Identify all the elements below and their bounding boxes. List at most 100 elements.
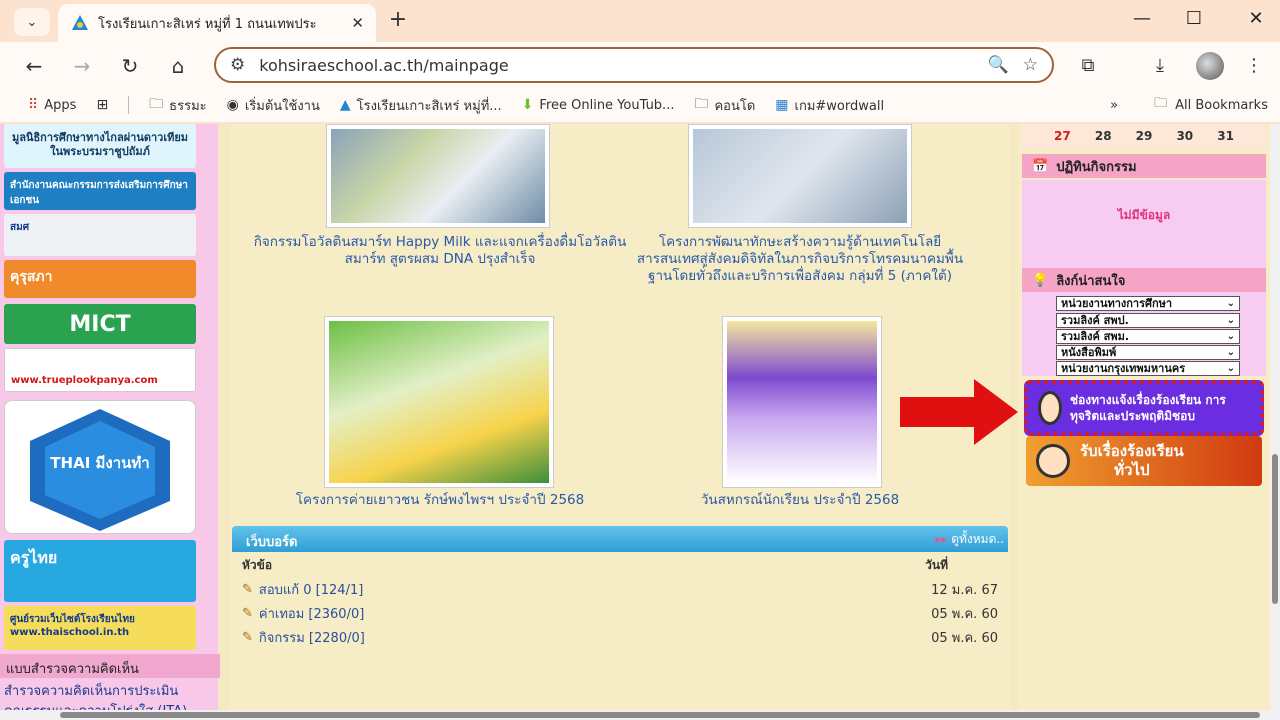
bulb-icon: 💡 — [1032, 272, 1049, 288]
webboard-row[interactable]: ✎ ค่าเทอม [2360/0] 05 พ.ค. 60 — [232, 601, 1008, 625]
news-thumb-1[interactable] — [326, 124, 550, 228]
edit-pencil-icon: ✎ — [242, 629, 253, 645]
webboard-row[interactable]: ✎ กิจกรรม [2280/0] 05 พ.ค. 60 — [232, 625, 1008, 649]
active-tab[interactable]: โรงเรียนเกาะสิเหร่ หมู่ที่ 1 ถนนเทพประ ✕ — [58, 4, 376, 42]
banner-trueplookpanya[interactable]: www.trueplookpanya.com — [4, 348, 196, 392]
right-sidebar: 27 28 29 30 31 📅 ปฏิทินกิจกรรม ไม่มีข้อมู… — [1018, 124, 1270, 710]
webboard-row[interactable]: ✎ สอบแก้ 0 [124/1] 12 ม.ค. 67 — [232, 577, 1008, 601]
select-bangkok-agencies[interactable]: หน่วยงานกรุงเทพมหานคร ⌄ — [1056, 361, 1240, 376]
chevron-down-icon: ⌄ — [1226, 363, 1235, 374]
all-bookmarks-link[interactable]: All Bookmarks — [1175, 98, 1268, 113]
calendar-last-row: 27 28 29 30 31 — [1022, 124, 1266, 148]
news-photo-1 — [331, 129, 545, 223]
left-sidebar: มูลนิธิการศึกษาทางไกลผ่านดาวเทียม ในพระบ… — [0, 124, 220, 710]
zoom-icon[interactable]: 🔍 — [988, 55, 1009, 75]
address-bar[interactable]: ⚙ kohsiraeschool.ac.th/mainpage 🔍 ☆ — [214, 47, 1054, 83]
new-tab-button[interactable]: + — [386, 8, 410, 32]
news-caption-3[interactable]: โครงการค่ายเยาวชน รักษ์พงไพรฯ ประจำปี 25… — [250, 492, 630, 509]
browser-toolbar: ← → ↻ ⌂ ⚙ kohsiraeschool.ac.th/mainpage … — [0, 42, 1280, 88]
bookmark-apps[interactable]: ⠿ Apps — [28, 97, 76, 113]
menu-kebab-icon[interactable]: ⋮ — [1240, 52, 1268, 80]
profile-avatar[interactable] — [1196, 52, 1224, 80]
activity-calendar-box: ไม่มีข้อมูล — [1022, 180, 1266, 268]
browser-chrome: ⌄ โรงเรียนเกาะสิเหร่ หมู่ที่ 1 ถนนเทพประ… — [0, 0, 1280, 124]
bookmark-star-icon[interactable]: ☆ — [1023, 55, 1038, 75]
edit-pencil-icon: ✎ — [242, 581, 253, 597]
banner-thai-job[interactable]: THAI มีงานทำ — [4, 400, 196, 534]
banner-kurusapa[interactable]: คุรุสภา — [4, 260, 196, 298]
bookmark-grid[interactable]: ⊞ — [96, 97, 108, 113]
webboard-title: เว็บบอร์ด — [246, 535, 298, 550]
banner-mict[interactable]: MICT — [4, 304, 196, 344]
news-thumb-4[interactable] — [722, 316, 882, 488]
wordwall-icon: ▦ — [775, 97, 789, 113]
chevron-down-icon: ⌄ — [1226, 347, 1235, 358]
reload-icon[interactable]: ↻ — [116, 52, 144, 80]
horizontal-scrollbar[interactable] — [0, 710, 1270, 720]
no-data-text: ไม่มีข้อมูล — [1117, 208, 1171, 222]
chevron-double-right-icon[interactable]: » — [1110, 98, 1118, 113]
bookmarks-bar: ⠿ Apps ⊞ 🗀 ธรรมะ ◉ เริ่มต้นใช้งาน ▲ โรงเรียน… — [0, 88, 1280, 122]
scroll-thumb[interactable] — [1272, 454, 1278, 604]
bookmark-getting-started[interactable]: ◉ เริ่มต้นใช้งาน — [227, 95, 320, 116]
bookmark-separator — [128, 96, 130, 114]
bookmark-dhamma[interactable]: 🗀 ธรรมะ — [149, 93, 206, 117]
corruption-complaint-button[interactable]: ช่องทางแจ้งเรื่องร้องเรียน การทุจริตและป… — [1024, 380, 1264, 436]
forward-icon[interactable]: → — [68, 52, 96, 80]
news-photo-2 — [693, 129, 907, 223]
close-window-icon[interactable]: ✕ — [1244, 8, 1268, 29]
agent-avatar-icon — [1038, 391, 1062, 425]
links-box: หน่วยงานทางการศึกษา ⌄ รวมลิงค์ สพป. ⌄ รวมล… — [1022, 292, 1266, 376]
webboard-header: เว็บบอร์ด ▸▸ ดูทั้งหมด.. — [232, 526, 1008, 552]
vertical-scrollbar[interactable] — [1270, 124, 1280, 720]
site-info-icon[interactable]: ⚙ — [230, 55, 245, 75]
banner-sme[interactable]: สมศ — [4, 214, 196, 256]
maximize-icon[interactable]: ☐ — [1182, 8, 1206, 29]
survey-link[interactable]: สำรวจความคิดเห็นการประเมินคุณธรรมและความ… — [4, 682, 214, 710]
bookmark-condo[interactable]: 🗀 คอนโด — [694, 93, 755, 117]
home-icon[interactable]: ⌂ — [164, 52, 192, 80]
banner-opec[interactable]: สำนักงานคณะกรรมการส่งเสริมการศึกษาเอกชน — [4, 172, 196, 210]
school-logo-icon — [72, 15, 88, 30]
banner-krutai[interactable]: ครูไทย — [4, 540, 196, 602]
webboard: เว็บบอร์ด ▸▸ ดูทั้งหมด.. หัวข้อ วันที่ ✎… — [232, 526, 1008, 646]
scroll-thumb[interactable] — [60, 712, 1260, 718]
col-date: วันที่ — [925, 558, 948, 572]
cal-day[interactable]: 27 — [1054, 129, 1071, 143]
download-arrow-icon: ⬇ — [521, 97, 534, 113]
web-page: มูลนิธิการศึกษาทางไกลผ่านดาวเทียม ในพระบ… — [0, 124, 1270, 710]
person-chat-icon — [1036, 444, 1070, 478]
cal-day[interactable]: 28 — [1095, 129, 1112, 143]
news-caption-1[interactable]: กิจกรรมโอวัลตินสมาร์ท Happy Milk และแจกเ… — [250, 234, 630, 268]
bookmark-wordwall[interactable]: ▦ เกม#wordwall — [775, 95, 884, 116]
tab-search-button[interactable]: ⌄ — [14, 8, 50, 36]
chevron-down-icon: ⌄ — [26, 14, 38, 30]
download-icon[interactable]: ⤓ — [1146, 52, 1174, 80]
select-education-agencies[interactable]: หน่วยงานทางการศึกษา ⌄ — [1056, 296, 1240, 311]
cal-day[interactable]: 29 — [1136, 129, 1153, 143]
back-icon[interactable]: ← — [20, 52, 48, 80]
select-spp-links[interactable]: รวมลิงค์ สพป. ⌄ — [1056, 313, 1240, 328]
news-caption-2[interactable]: โครงการพัฒนาทักษะสร้างความรู้ด้านเทคโนโล… — [630, 234, 970, 285]
chevron-down-icon: ⌄ — [1226, 298, 1235, 309]
close-tab-icon[interactable]: ✕ — [351, 14, 364, 32]
minimize-icon[interactable]: — — [1130, 8, 1154, 29]
edit-pencil-icon: ✎ — [242, 605, 253, 621]
general-complaint-button[interactable]: รับเรื่องร้องเรียน ทั่วไป — [1026, 436, 1262, 486]
banner-thaischool[interactable]: ศูนย์รวมเว็บไซต์โรงเรียนไทย www.thaischo… — [4, 606, 196, 650]
webboard-view-all-link[interactable]: ▸▸ ดูทั้งหมด.. — [935, 530, 1004, 549]
extensions-icon[interactable]: ⧉ — [1074, 52, 1102, 80]
bookmark-school[interactable]: ▲ โรงเรียนเกาะสิเหร่ หมู่ที่... — [340, 95, 502, 116]
select-newspapers[interactable]: หนังสือพิมพ์ ⌄ — [1056, 345, 1240, 360]
survey-heading: แบบสำรวจความคิดเห็น — [0, 654, 220, 678]
select-spm-links[interactable]: รวมลิงค์ สพม. ⌄ — [1056, 329, 1240, 344]
news-thumb-2[interactable] — [688, 124, 912, 228]
cal-day[interactable]: 30 — [1176, 129, 1193, 143]
news-caption-4[interactable]: วันสหกรณ์นักเรียน ประจำปี 2568 — [650, 492, 950, 509]
bookmarks-overflow: » 🗀 All Bookmarks — [1110, 88, 1268, 122]
bookmark-youtube[interactable]: ⬇ Free Online YouTub... — [522, 97, 675, 113]
banner-dltv[interactable]: มูลนิธิการศึกษาทางไกลผ่านดาวเทียม ในพระบ… — [4, 124, 196, 168]
cal-day[interactable]: 31 — [1217, 129, 1234, 143]
news-thumb-3[interactable] — [324, 316, 554, 488]
folder-icon: 🗀 — [1154, 96, 1168, 111]
